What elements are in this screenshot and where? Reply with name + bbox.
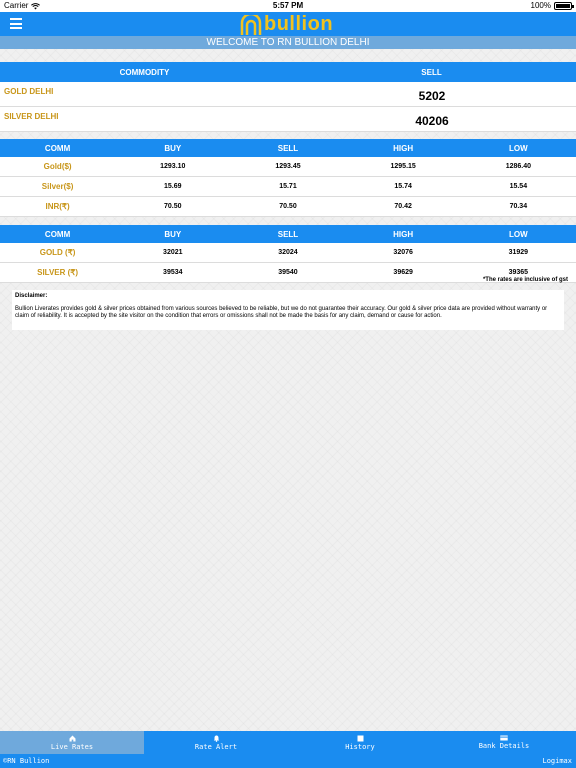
battery-icon bbox=[554, 2, 574, 10]
comm-name: Silver($) bbox=[41, 182, 74, 191]
low-value: 39365 bbox=[508, 269, 529, 276]
gst-note: *The rates are inclusive of gst bbox=[482, 277, 568, 283]
table-row: INR(₹) 70.50 70.50 70.42 70.34 bbox=[0, 197, 576, 217]
commodity-table: COMMODITY SELL GOLD DELHI 5202 SILVER DE… bbox=[0, 62, 576, 132]
buy-value: 32021 bbox=[163, 249, 183, 256]
comm-name: Gold($) bbox=[43, 162, 72, 171]
table-row: GOLD DELHI 5202 bbox=[0, 82, 576, 107]
table-header: COMM BUY SELL HIGH LOW bbox=[0, 139, 576, 157]
high-value: 32076 bbox=[393, 249, 413, 256]
rates-content: COMMODITY SELL GOLD DELHI 5202 SILVER DE… bbox=[0, 62, 576, 283]
tab-label: History bbox=[345, 742, 375, 751]
column-header: LOW bbox=[509, 143, 528, 153]
column-header: COMM bbox=[44, 229, 71, 239]
home-icon bbox=[69, 735, 75, 741]
commodity-name: GOLD DELHI bbox=[4, 87, 54, 96]
sell-value: 1293.45 bbox=[275, 163, 301, 170]
comm-name: SILVER (₹) bbox=[37, 268, 79, 277]
logo-text: bullion bbox=[264, 13, 334, 35]
footer: ©RN Bullion Logimax bbox=[0, 754, 576, 768]
bell-icon bbox=[213, 735, 219, 742]
sell-value: 32024 bbox=[278, 249, 298, 256]
comm-name: GOLD (₹) bbox=[39, 248, 76, 257]
tab-history[interactable]: History bbox=[288, 731, 432, 754]
developer-credit: Logimax bbox=[542, 757, 572, 765]
high-value: 15.74 bbox=[394, 183, 412, 190]
disclaimer-box: Disclaimer: Bullion Liverates provides g… bbox=[12, 290, 564, 330]
disclaimer-text: Bullion Liverates provides gold & silver… bbox=[15, 306, 548, 319]
column-header: BUY bbox=[164, 143, 182, 153]
battery-percent: 100% bbox=[530, 1, 551, 10]
tab-bar: Live Rates Rate Alert History Bank Detai… bbox=[0, 731, 576, 754]
tab-live-rates[interactable]: Live Rates bbox=[0, 731, 144, 754]
table-row: Silver($) 15.69 15.71 15.74 15.54 bbox=[0, 177, 576, 197]
table-row: GOLD (₹) 32021 32024 32076 31929 bbox=[0, 243, 576, 263]
buy-value: 1293.10 bbox=[160, 163, 186, 170]
disclaimer-title: Disclaimer: bbox=[15, 293, 48, 299]
low-value: 31929 bbox=[508, 249, 529, 256]
tab-label: Bank Details bbox=[478, 742, 530, 750]
low-value: 70.34 bbox=[509, 203, 528, 210]
high-value: 39629 bbox=[393, 269, 413, 276]
tab-bank-details[interactable]: Bank Details bbox=[432, 731, 576, 754]
commodity-name: SILVER DELHI bbox=[4, 112, 59, 121]
table-header: COMM BUY SELL HIGH LOW bbox=[0, 225, 576, 243]
calendar-icon bbox=[357, 735, 363, 741]
column-header: SELL bbox=[277, 229, 299, 239]
tab-rate-alert[interactable]: Rate Alert bbox=[144, 731, 288, 754]
app-logo: bullion bbox=[240, 13, 333, 35]
nav-bar: bullion bbox=[0, 12, 576, 36]
card-icon bbox=[500, 735, 508, 741]
table-row: Gold($) 1293.10 1293.45 1295.15 1286.40 bbox=[0, 157, 576, 177]
table-header: COMMODITY SELL bbox=[0, 62, 576, 82]
sell-value: 39540 bbox=[278, 269, 298, 276]
column-header: BUY bbox=[164, 229, 182, 239]
column-header: SELL bbox=[277, 143, 299, 153]
low-value: 15.54 bbox=[509, 183, 528, 190]
sell-value: 5202 bbox=[418, 89, 446, 103]
battery-info: 100% bbox=[530, 0, 574, 12]
buy-value: 39534 bbox=[163, 269, 183, 276]
high-value: 1295.15 bbox=[390, 163, 416, 170]
copyright-text: ©RN Bullion bbox=[3, 757, 50, 765]
comm-name: INR(₹) bbox=[45, 202, 70, 211]
sell-value: 40206 bbox=[415, 114, 449, 128]
logo-mark-icon bbox=[240, 15, 262, 35]
sell-value: 70.50 bbox=[279, 203, 297, 210]
column-header: SELL bbox=[421, 67, 442, 77]
hamburger-menu-button[interactable] bbox=[10, 18, 22, 29]
tab-label: Live Rates bbox=[50, 742, 94, 751]
status-time: 5:57 PM bbox=[272, 1, 304, 10]
buy-value: 70.50 bbox=[164, 203, 182, 210]
buy-value: 15.69 bbox=[164, 183, 182, 190]
spot-rates-table: COMM BUY SELL HIGH LOW Gold($) 1293.10 1… bbox=[0, 139, 576, 217]
welcome-banner: WELCOME TO RN BULLION DELHI bbox=[0, 36, 576, 49]
column-header: HIGH bbox=[393, 143, 414, 153]
column-header: HIGH bbox=[393, 229, 414, 239]
column-header: COMM bbox=[44, 143, 71, 153]
high-value: 70.42 bbox=[394, 203, 412, 210]
tab-label: Rate Alert bbox=[194, 742, 238, 751]
column-header: COMMODITY bbox=[119, 67, 170, 77]
status-bar: Carrier 5:57 PM 100% bbox=[0, 0, 576, 12]
low-value: 1286.40 bbox=[505, 163, 531, 170]
table-row: SILVER DELHI 40206 bbox=[0, 107, 576, 132]
rupee-rates-table: COMM BUY SELL HIGH LOW GOLD (₹) 32021 32… bbox=[0, 225, 576, 283]
column-header: LOW bbox=[509, 229, 528, 239]
sell-value: 15.71 bbox=[279, 183, 297, 190]
